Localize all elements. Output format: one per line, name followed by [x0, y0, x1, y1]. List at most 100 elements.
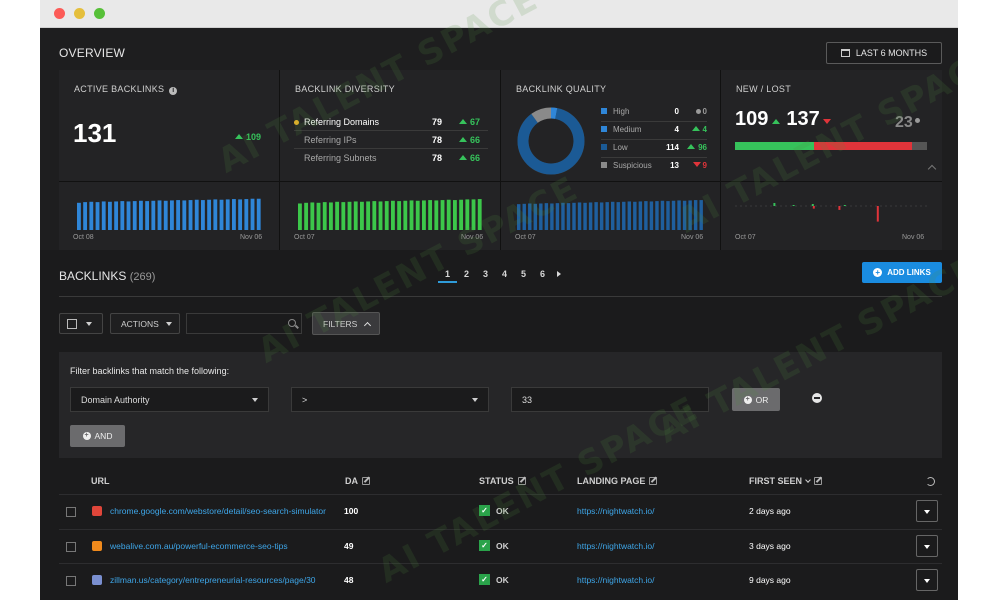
spark-bar: [151, 200, 156, 230]
date-range-button[interactable]: LAST 6 MONTHS: [826, 42, 942, 64]
spark-bar: [329, 202, 333, 230]
spark-end-date: Nov 06: [902, 234, 925, 241]
row-actions-button[interactable]: [916, 535, 938, 557]
row-url-link[interactable]: webalive.com.au/powerful-ecommerce-seo-t…: [110, 541, 332, 551]
row-delta: 9: [692, 161, 707, 170]
filter-operator-value: >: [302, 394, 308, 405]
spark-bar: [644, 201, 648, 230]
chevron-down-icon: [924, 545, 930, 549]
spark-bar: [422, 200, 426, 230]
row-value: 78: [432, 153, 443, 163]
filter-value-input[interactable]: 33: [511, 387, 709, 412]
minimize-window-button[interactable]: [74, 8, 85, 19]
column-header-da[interactable]: DA: [345, 476, 370, 486]
edit-icon[interactable]: [814, 477, 823, 485]
legend-swatch: [601, 126, 607, 132]
column-header-landing-page[interactable]: LANDING PAGE: [577, 476, 658, 486]
row-delta: 66: [459, 135, 480, 145]
select-all-dropdown[interactable]: [59, 313, 103, 334]
row-landing-link[interactable]: https://nightwatch.io/: [577, 506, 655, 516]
column-header-status[interactable]: STATUS: [479, 476, 526, 486]
row-checkbox[interactable]: [66, 542, 76, 552]
edit-icon[interactable]: [517, 477, 526, 485]
page-2[interactable]: 2: [457, 269, 476, 283]
app-window: OVERVIEW LAST 6 MONTHS ACTIVE BACKLINKS i…: [40, 0, 958, 600]
add-links-button[interactable]: + ADD LINKS: [862, 262, 942, 283]
remove-filter-icon[interactable]: [812, 393, 822, 403]
page-6[interactable]: 6: [533, 269, 552, 283]
spark-bar: [77, 202, 81, 230]
row-value: 79: [432, 117, 443, 127]
column-header-url[interactable]: URL: [91, 476, 110, 486]
row-label: Referring Domains: [304, 117, 380, 127]
page-1[interactable]: 1: [438, 269, 457, 283]
filter-value-text: 33: [522, 394, 533, 405]
chevron-up-icon[interactable]: [927, 164, 937, 174]
row-actions-button[interactable]: [916, 500, 938, 522]
row-actions-button[interactable]: [916, 569, 938, 591]
spark-bar: [566, 203, 571, 230]
row-url-link[interactable]: zillman.us/category/entrepreneurial-reso…: [110, 575, 332, 585]
zoom-window-button[interactable]: [94, 8, 105, 19]
row-delta: 66: [459, 153, 480, 163]
row-checkbox[interactable]: [66, 576, 76, 586]
quality-row-low: Low 114 96: [601, 140, 707, 158]
spark-bar: [403, 200, 408, 230]
row-landing-link[interactable]: https://nightwatch.io/: [577, 541, 655, 551]
spark-lost-bar: [812, 206, 815, 209]
row-checkbox[interactable]: [66, 507, 76, 517]
spark-bar: [627, 201, 632, 230]
column-header-first-seen[interactable]: FIRST SEEN: [749, 476, 823, 486]
or-button[interactable]: + OR: [732, 388, 780, 411]
card-title: BACKLINK DIVERSITY: [295, 84, 395, 94]
spark-bar: [120, 201, 125, 230]
spark-bar: [360, 201, 364, 230]
spark-bar: [335, 201, 340, 230]
lost-bar-segment: [813, 142, 912, 150]
row-da: 48: [344, 575, 354, 585]
chevron-down-icon: [252, 398, 258, 402]
refresh-icon[interactable]: [926, 477, 935, 486]
spark-lost-bar: [838, 206, 841, 210]
spark-bar: [298, 203, 302, 230]
filters-button[interactable]: FILTERS: [312, 312, 380, 335]
page-5[interactable]: 5: [514, 269, 533, 283]
row-landing-link[interactable]: https://nightwatch.io/: [577, 575, 655, 585]
spark-bar: [688, 200, 692, 230]
spark-bar: [347, 201, 352, 230]
spark-start-date: Oct 08: [73, 234, 94, 241]
spark-bar: [616, 202, 620, 230]
filter-field-select[interactable]: Domain Authority: [70, 387, 269, 412]
chevron-up-icon: [364, 321, 372, 329]
info-icon[interactable]: i: [169, 87, 178, 95]
divider: [59, 296, 942, 297]
row-first-seen: 2 days ago: [749, 506, 791, 516]
spark-bar: [163, 200, 168, 230]
next-page-icon[interactable]: [557, 271, 561, 277]
spark-new-bar: [811, 204, 814, 206]
spark-bar: [391, 200, 395, 230]
spark-bar: [139, 200, 143, 230]
table-row: zillman.us/category/entrepreneurial-reso…: [59, 563, 942, 597]
spark-bar: [459, 199, 464, 230]
donut-slice-suspicious: [531, 107, 552, 124]
select-all-checkbox[interactable]: [67, 318, 77, 329]
actions-dropdown[interactable]: ACTIONS: [110, 313, 180, 334]
search-input[interactable]: [186, 313, 302, 334]
page-4[interactable]: 4: [495, 269, 514, 283]
row-url-link[interactable]: chrome.google.com/webstore/detail/seo-se…: [110, 506, 332, 516]
active-backlinks-sparkline: [77, 198, 261, 230]
spark-bar: [539, 203, 543, 230]
spark-bar: [517, 204, 521, 230]
edit-icon[interactable]: [362, 477, 370, 485]
spark-bar: [232, 199, 236, 230]
and-button[interactable]: + AND: [70, 425, 125, 447]
new-bar-segment: [735, 142, 814, 150]
spark-bar: [250, 198, 255, 230]
edit-icon[interactable]: [649, 477, 658, 485]
spark-bar: [638, 201, 643, 230]
close-window-button[interactable]: [54, 8, 65, 19]
page-3[interactable]: 3: [476, 269, 495, 283]
spark-bar: [528, 203, 532, 230]
filter-operator-select[interactable]: >: [291, 387, 489, 412]
